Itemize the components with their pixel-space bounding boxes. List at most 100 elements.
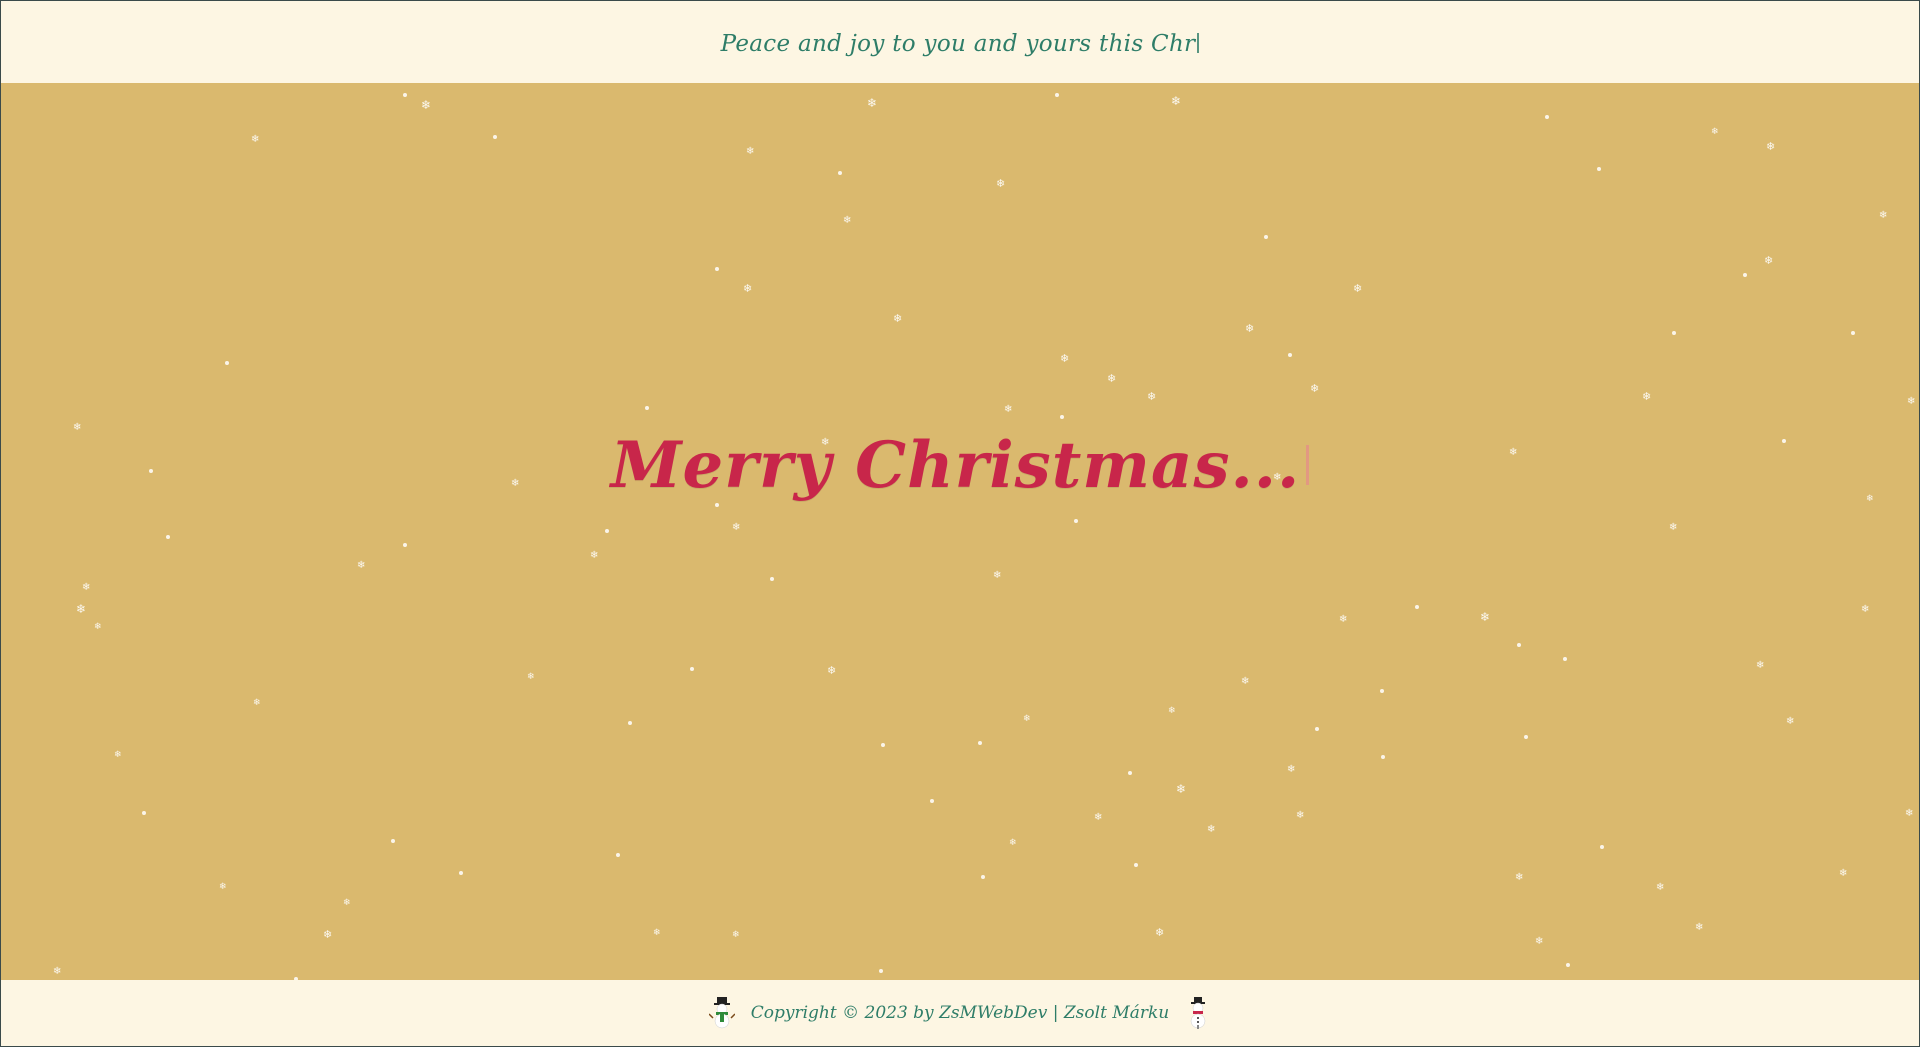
snow-dot — [690, 667, 694, 671]
snowflake-icon: ❄ — [996, 177, 1006, 190]
snow-dot — [403, 93, 407, 97]
page: Peace and joy to you and yours this Chr … — [0, 0, 1920, 1047]
snow-dot — [1381, 755, 1385, 759]
snowflake-icon: ❄ — [1515, 872, 1524, 883]
snowflake-icon: ❄ — [1695, 922, 1704, 933]
snow-dot — [142, 811, 146, 815]
snowflake-icon: ❄ — [1879, 210, 1888, 221]
typing-message-text: Peace and joy to you and yours this Chr — [720, 31, 1196, 57]
snow-dot — [149, 469, 153, 473]
snowman-red-icon — [1185, 997, 1211, 1029]
snowflake-icon: ❄ — [511, 478, 520, 489]
snow-dot — [1517, 643, 1521, 647]
snowflake-icon: ❄ — [527, 672, 535, 682]
snowflake-icon: ❄ — [1907, 396, 1916, 407]
snowflake-icon: ❄ — [1642, 390, 1652, 403]
snowflake-icon: ❄ — [357, 560, 366, 571]
snowflake-icon: ❄ — [1207, 824, 1216, 835]
snowflake-icon: ❄ — [1176, 782, 1187, 796]
snow-dot — [1134, 863, 1138, 867]
snow-dot — [1415, 605, 1419, 609]
snowman-green-icon — [708, 997, 736, 1029]
snow-dot — [1600, 845, 1604, 849]
snow-dot — [879, 969, 883, 973]
snowflake-icon: ❄ — [1296, 810, 1305, 821]
snowflake-icon: ❄ — [653, 928, 661, 938]
snowflake-icon: ❄ — [746, 146, 755, 157]
snow-dot — [459, 871, 463, 875]
snowflake-icon: ❄ — [1339, 614, 1348, 625]
snow-dot — [391, 839, 395, 843]
snowflake-icon: ❄ — [219, 882, 227, 892]
snow-dot — [981, 875, 985, 879]
snowflake-icon: ❄ — [993, 570, 1002, 581]
snowflake-icon: ❄ — [1480, 610, 1491, 624]
snowflake-icon: ❄ — [1171, 94, 1182, 108]
typing-cursor — [1197, 33, 1200, 53]
snowflake-icon: ❄ — [1287, 764, 1296, 775]
snowflake-icon: ❄ — [114, 750, 122, 760]
snow-dot — [715, 503, 719, 507]
snowflake-icon: ❄ — [843, 215, 852, 226]
snow-dot — [493, 135, 497, 139]
snowflake-icon: ❄ — [343, 898, 351, 908]
greeting-cursor — [1306, 445, 1310, 485]
snowflake-icon: ❄ — [1766, 140, 1776, 153]
snow-dot — [715, 267, 719, 271]
snowflake-icon: ❄ — [94, 622, 102, 632]
snowflake-icon: ❄ — [1241, 676, 1250, 687]
snowflake-icon: ❄ — [1310, 382, 1320, 395]
snow-dot — [1851, 331, 1855, 335]
snow-dot — [1672, 331, 1676, 335]
snowflake-icon: ❄ — [323, 928, 333, 941]
snowflake-icon: ❄ — [76, 602, 87, 616]
snowflake-icon: ❄ — [1245, 322, 1255, 335]
snowflake-icon: ❄ — [732, 930, 740, 940]
snow-dot — [881, 743, 885, 747]
snow-dot — [930, 799, 934, 803]
snowflake-icon: ❄ — [1273, 472, 1282, 483]
snowflake-icon: ❄ — [590, 550, 599, 561]
snow-dot — [1380, 689, 1384, 693]
snowflake-icon: ❄ — [827, 664, 837, 677]
snowflake-icon: ❄ — [1509, 447, 1518, 458]
snow-dot — [1545, 115, 1549, 119]
snowflake-icon: ❄ — [1155, 926, 1165, 939]
typing-message: Peace and joy to you and yours this Chr — [721, 31, 1200, 57]
snowflake-icon: ❄ — [1839, 868, 1848, 879]
snowflake-icon: ❄ — [1786, 716, 1795, 727]
snowflake-icon: ❄ — [1656, 882, 1665, 893]
snow-dot — [1597, 167, 1601, 171]
snow-stage: Merry Christmas... ❄ ❄ ❄ ❄ ❄ ❄ ❄ ❄ ❄ ❄ ❄ ❄ ❄ ❄ ❄ ❄ ❄ ❄ ❄ ❄ ❄… — [1, 83, 1919, 982]
snowflake-icon: ❄ — [1009, 838, 1017, 848]
snowflake-icon: ❄ — [1669, 522, 1678, 533]
snow-dot — [1055, 93, 1059, 97]
snowflake-icon: ❄ — [73, 422, 82, 433]
snowflake-icon: ❄ — [1168, 706, 1176, 716]
snowflake-icon: ❄ — [743, 282, 753, 295]
header-bar: Peace and joy to you and yours this Chr — [1, 1, 1919, 83]
snowflake-icon: ❄ — [1147, 390, 1157, 403]
snowflake-icon: ❄ — [1866, 494, 1874, 504]
snow-dot — [838, 171, 842, 175]
snowflake-icon: ❄ — [1756, 660, 1765, 671]
snow-dot — [1782, 439, 1786, 443]
snowflake-icon: ❄ — [1353, 282, 1363, 295]
snowflake-icon: ❄ — [1094, 812, 1103, 823]
snowflake-icon: ❄ — [1060, 352, 1070, 365]
snowflake-icon: ❄ — [1023, 714, 1031, 724]
snowflake-icon: ❄ — [893, 312, 903, 325]
snow-dot — [1743, 273, 1747, 277]
snow-dot — [1566, 963, 1570, 967]
snowflake-icon: ❄ — [1711, 127, 1719, 137]
snowflake-icon: ❄ — [421, 98, 432, 112]
snowflake-icon: ❄ — [1764, 254, 1774, 267]
snow-dot — [1288, 353, 1292, 357]
snow-dot — [1060, 415, 1064, 419]
snowflake-icon: ❄ — [821, 437, 830, 448]
snowflake-icon: ❄ — [1004, 404, 1013, 415]
snow-dot — [770, 577, 774, 581]
greeting-container: Merry Christmas... — [1, 428, 1919, 503]
snow-dot — [225, 361, 229, 365]
snow-dot — [1074, 519, 1078, 523]
